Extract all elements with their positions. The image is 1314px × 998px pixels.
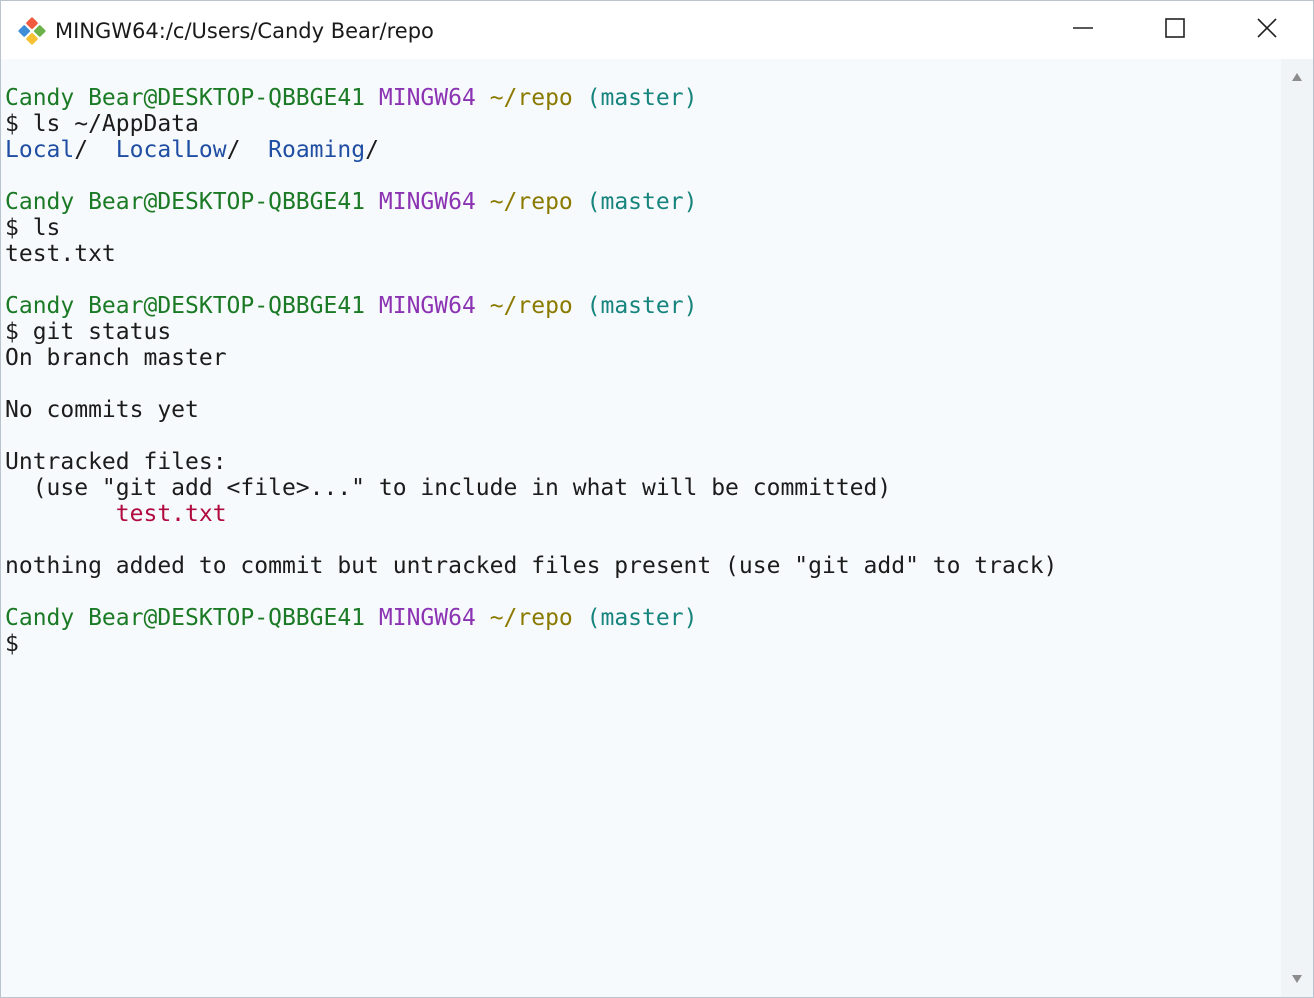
terminal-text-segment: (master)	[586, 605, 698, 631]
terminal-text-segment: MINGW64	[378, 605, 476, 631]
maximize-icon	[1164, 17, 1186, 44]
terminal-line: $ ls	[5, 215, 1275, 241]
terminal-line: $	[5, 631, 1275, 657]
terminal-line: No commits yet	[5, 397, 1275, 423]
terminal-line: Candy Bear@DESKTOP-QBBGE41 MINGW64 ~/rep…	[5, 189, 1275, 215]
terminal-line: Candy Bear@DESKTOP-QBBGE41 MINGW64 ~/rep…	[5, 293, 1275, 319]
terminal-text-segment: nothing added to commit but untracked fi…	[5, 553, 1058, 579]
close-icon	[1256, 17, 1278, 44]
maximize-button[interactable]	[1129, 1, 1221, 59]
terminal-line: $ ls ~/AppData	[5, 111, 1275, 137]
terminal-text-segment: Local	[5, 137, 75, 163]
terminal-lines: Candy Bear@DESKTOP-QBBGE41 MINGW64 ~/rep…	[5, 85, 1275, 657]
triangle-up-icon[interactable]	[1289, 69, 1305, 85]
terminal-line: Local/ LocalLow/ Roaming/	[5, 137, 1275, 163]
title-bar[interactable]: MINGW64:/c/Users/Candy Bear/repo	[1, 1, 1313, 59]
terminal-text-segment: (use "git add <file>..." to include in w…	[5, 475, 892, 501]
terminal-text-segment: (master)	[586, 189, 698, 215]
terminal-line: On branch master	[5, 345, 1275, 371]
terminal-line: $ git status	[5, 319, 1275, 345]
terminal-text-segment: Untracked files:	[5, 449, 227, 475]
terminal-line: (use "git add <file>..." to include in w…	[5, 475, 1275, 501]
terminal-text-segment: Candy Bear@DESKTOP-QBBGE41	[5, 85, 366, 111]
terminal-text-segment: (master)	[586, 85, 698, 111]
terminal-text-segment: $	[5, 631, 19, 657]
terminal-text-segment: ~/repo	[489, 189, 573, 215]
terminal-text-segment: On branch master	[5, 345, 227, 371]
terminal-text-segment: $ ls ~/AppData	[5, 111, 199, 137]
terminal-text-segment: /	[365, 137, 379, 163]
terminal-text-segment: ~/repo	[489, 85, 573, 111]
terminal-text-segment: Candy Bear@DESKTOP-QBBGE41	[5, 293, 366, 319]
terminal-line: Candy Bear@DESKTOP-QBBGE41 MINGW64 ~/rep…	[5, 85, 1275, 111]
close-button[interactable]	[1221, 1, 1313, 59]
terminal-text-segment: Candy Bear@DESKTOP-QBBGE41	[5, 605, 366, 631]
vertical-scrollbar[interactable]	[1281, 59, 1313, 997]
terminal-text-segment: LocalLow	[115, 137, 227, 163]
terminal-line: test.txt	[5, 241, 1275, 267]
terminal-text-segment: (master)	[586, 293, 698, 319]
terminal-text-segment: ~/repo	[489, 293, 573, 319]
terminal-text-segment: $ git status	[5, 319, 172, 345]
terminal-text-segment: MINGW64	[378, 85, 476, 111]
terminal-text-segment: ~/repo	[489, 605, 573, 631]
terminal-text-segment: Roaming	[268, 137, 366, 163]
minimize-button[interactable]	[1037, 1, 1129, 59]
git-bash-icon[interactable]	[16, 15, 48, 47]
terminal-text-segment: MINGW64	[378, 293, 476, 319]
terminal-text-segment: MINGW64	[378, 189, 476, 215]
terminal-line: Untracked files:	[5, 449, 1275, 475]
terminal-output[interactable]: Candy Bear@DESKTOP-QBBGE41 MINGW64 ~/rep…	[3, 59, 1281, 997]
terminal-line: Candy Bear@DESKTOP-QBBGE41 MINGW64 ~/rep…	[5, 605, 1275, 631]
terminal-text-segment: /	[74, 137, 116, 163]
terminal-text-segment: $ ls	[5, 215, 61, 241]
terminal-text-segment: Candy Bear@DESKTOP-QBBGE41	[5, 189, 366, 215]
triangle-down-icon[interactable]	[1289, 971, 1305, 987]
terminal-line: test.txt	[5, 501, 1275, 527]
terminal-text-segment: /	[226, 137, 269, 163]
window-title: MINGW64:/c/Users/Candy Bear/repo	[55, 19, 434, 43]
minimize-icon	[1072, 17, 1094, 44]
terminal-line: nothing added to commit but untracked fi…	[5, 553, 1275, 579]
terminal-text-segment: test.txt	[115, 501, 227, 527]
terminal-text-segment: test.txt	[5, 241, 116, 267]
scroll-track[interactable]	[1289, 89, 1305, 964]
terminal-text-segment: No commits yet	[5, 397, 199, 423]
terminal-window: MINGW64:/c/Users/Candy Bear/repo Candy B…	[0, 0, 1314, 998]
